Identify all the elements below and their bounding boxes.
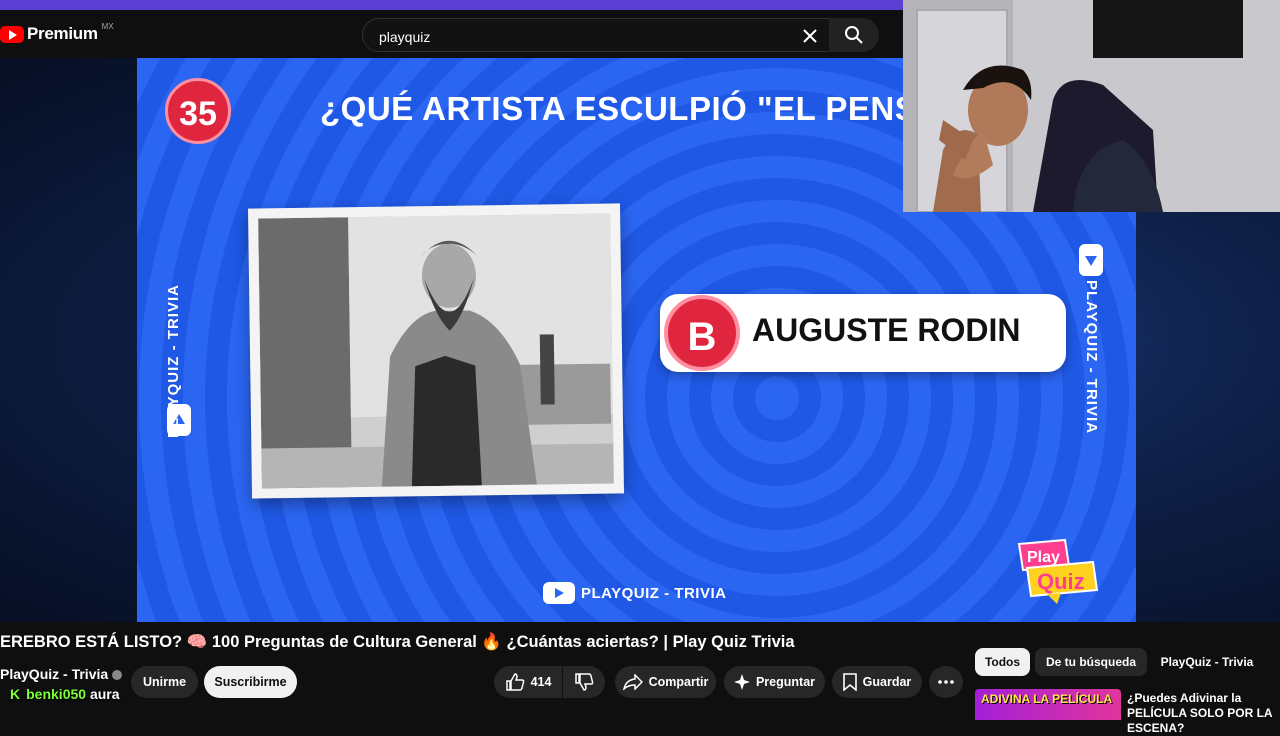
- channel-name[interactable]: PlayQuiz - Trivia: [0, 666, 123, 682]
- logo-line1: Play: [1027, 549, 1060, 566]
- save-label: Guardar: [862, 675, 912, 689]
- question-number-badge: 35: [165, 78, 231, 144]
- window-accent-bar: [0, 0, 905, 10]
- top-bar: Premium MX: [0, 10, 905, 58]
- chip-channel[interactable]: PlayQuiz - Trivia: [1147, 648, 1267, 676]
- youtube-icon: [543, 582, 575, 604]
- chip-all[interactable]: Todos: [975, 648, 1030, 676]
- thumbnail-text: ADIVINA LA PELÍCULA: [981, 692, 1113, 706]
- chip-from-search[interactable]: De tu búsqueda: [1035, 648, 1147, 676]
- youtube-premium-logo[interactable]: Premium MX: [0, 21, 114, 44]
- save-button[interactable]: Guardar: [832, 666, 922, 698]
- share-button[interactable]: Compartir: [615, 666, 716, 698]
- answer-text: AUGUSTE RODIN: [752, 312, 1021, 348]
- thumbs-up-icon: [505, 673, 524, 691]
- youtube-icon: [1079, 244, 1103, 276]
- subscribe-button[interactable]: Suscribirme: [204, 666, 297, 698]
- photo-frame: [247, 203, 625, 499]
- like-count: 414: [530, 675, 552, 689]
- youtube-icon: [0, 25, 24, 43]
- verified-icon: [112, 670, 123, 681]
- search-button[interactable]: [829, 18, 879, 52]
- more-icon: [938, 680, 954, 684]
- channel-name-text[interactable]: PlayQuiz - Trivia: [0, 666, 108, 682]
- join-button[interactable]: Unirme: [131, 666, 198, 698]
- more-actions-button[interactable]: [929, 666, 963, 698]
- thumbs-down-icon: [575, 673, 594, 691]
- video-title: EREBRO ESTÁ LISTO? 🧠 100 Preguntas de Cu…: [0, 633, 795, 651]
- bookmark-icon: [842, 673, 857, 691]
- search-input[interactable]: [377, 26, 781, 48]
- search-icon: [845, 26, 863, 44]
- close-icon: [803, 29, 817, 43]
- chat-badge: K: [10, 686, 21, 702]
- bottom-brand-label: PLAYQUIZ - TRIVIA: [581, 584, 727, 602]
- chat-username: benki050: [26, 686, 87, 702]
- rodin-photo: [258, 213, 614, 489]
- playquiz-logo: Play Quiz: [1017, 538, 1099, 604]
- chat-text: aura: [89, 686, 120, 702]
- recommended-thumbnail[interactable]: ADIVINA LA PELÍCULA: [975, 689, 1121, 720]
- sparkle-icon: [733, 674, 750, 690]
- chat-message: Kbenki050 aura: [0, 686, 120, 702]
- dislike-button[interactable]: [563, 666, 605, 698]
- share-label: Compartir: [648, 675, 709, 689]
- answer-option: B AUGUSTE RODIN: [660, 294, 1066, 372]
- side-label-left: PLAYQUIZ - TRIVIA: [165, 284, 182, 438]
- recommended-title[interactable]: ¿Puedes Adivinar la PELÍCULA SOLO POR LA…: [1127, 691, 1280, 736]
- side-label-right: PLAYQUIZ - TRIVIA: [1083, 280, 1100, 434]
- region-code: MX: [101, 21, 114, 31]
- like-button[interactable]: 414: [494, 666, 562, 698]
- question-text: ¿QUÉ ARTISTA ESCULPIÓ "EL PENSADO: [320, 90, 993, 127]
- search-box[interactable]: [362, 18, 830, 52]
- logo-text: Premium: [27, 24, 98, 43]
- ask-label: Preguntar: [755, 675, 816, 689]
- logo-line2: Quiz: [1037, 569, 1085, 594]
- channel-row: PlayQuiz - Trivia Unirme Suscribirme 414…: [0, 662, 970, 698]
- bottom-brand: PLAYQUIZ - TRIVIA: [543, 582, 726, 604]
- ask-button[interactable]: Preguntar: [724, 666, 825, 698]
- share-icon: [622, 674, 643, 690]
- webcam-overlay: [903, 0, 1280, 212]
- clear-search-button[interactable]: [798, 24, 822, 48]
- answer-letter-badge: B: [664, 295, 740, 371]
